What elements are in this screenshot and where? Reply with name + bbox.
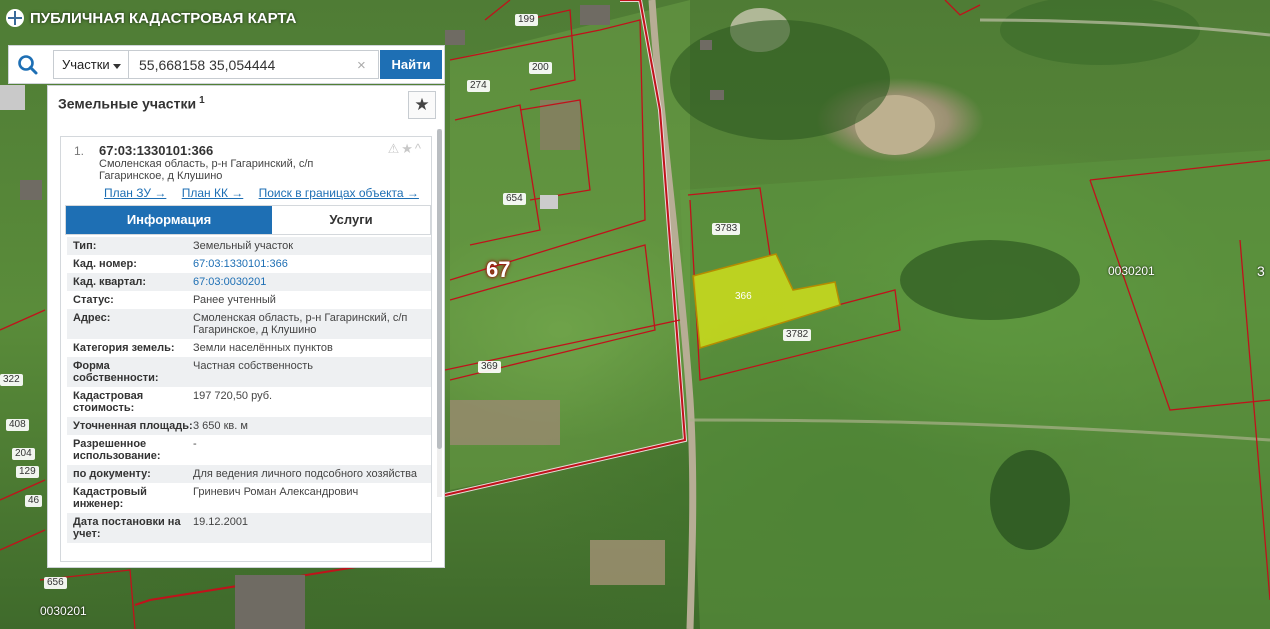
info-key: Уточненная площадь:	[73, 420, 193, 432]
parcel-label: 322	[0, 374, 23, 386]
tab-information[interactable]: Информация	[66, 206, 272, 234]
parcel-label: 408	[6, 419, 29, 431]
favorite-button[interactable]: ★	[408, 91, 436, 119]
info-value: Гриневич Роман Александрович	[193, 486, 359, 498]
parcel-label: 200	[529, 62, 552, 74]
search-icon[interactable]	[17, 54, 39, 76]
info-value: Частная собственность	[193, 360, 314, 372]
logo-icon	[6, 9, 24, 27]
info-key: Адрес:	[73, 312, 111, 324]
parcel-label: 274	[467, 80, 490, 92]
quarter-label: 0030201	[1108, 264, 1155, 278]
parcel-label: 654	[503, 193, 526, 205]
clear-icon[interactable]: ×	[357, 57, 366, 74]
result-tabs: Информация Услуги	[65, 205, 431, 235]
panel-title: Земельные участки 1	[58, 95, 205, 112]
info-value: 19.12.2001	[193, 516, 249, 528]
info-key: Кад. номер:	[73, 258, 137, 270]
quarter-label: 3	[1257, 263, 1265, 279]
panel-title-text: Земельные участки	[58, 95, 197, 112]
bare-field-2	[590, 540, 665, 585]
info-value[interactable]: 67:03:1330101:366	[193, 258, 425, 270]
parcel-label: 129	[16, 466, 39, 478]
parcel-label: 46	[25, 495, 43, 507]
info-value: Смоленская область, р-н Гагаринский, с/п…	[193, 312, 408, 336]
info-key: Кадастровая стоимость:	[73, 390, 144, 414]
result-address-line: Гагаринское, д Клушино	[99, 170, 223, 182]
info-value: Земельный участок	[193, 240, 294, 252]
info-key: Дата постановки на учет:	[73, 516, 181, 540]
info-row: по документу: Для ведения личного подсобн…	[67, 465, 431, 483]
info-key: по документу:	[73, 468, 151, 480]
result-cadastral-number[interactable]: 67:03:1330101:366	[99, 143, 213, 158]
info-row: Кадастровая стоимость: 197 720,50 руб.	[67, 387, 431, 417]
plan-kk-link[interactable]: План КК →	[182, 186, 244, 200]
info-row: Категория земель: Земли населённых пункто…	[67, 339, 431, 357]
search-bar: Участки 55,668158 35,054444 × Найти	[8, 45, 445, 84]
info-key: Разрешенное использование:	[73, 438, 161, 462]
info-key: Статус:	[73, 294, 114, 306]
result-card: 1. 67:03:1330101:366 ⚠★^ Смоленская обла…	[60, 136, 432, 562]
parcel-label: 3782	[783, 329, 812, 341]
scroll-thumb[interactable]	[437, 129, 442, 449]
info-key: Кад. квартал:	[73, 276, 147, 288]
info-row: Дата постановки на учет: 19.12.2001	[67, 513, 431, 543]
info-row: Разрешенное использование: -	[67, 435, 431, 465]
selected-parcel-label: 366	[735, 291, 752, 302]
info-row: Адрес: Смоленская область, р-н Гагарински…	[67, 309, 431, 339]
bare-field	[450, 400, 560, 445]
result-tool-icons[interactable]: ⚠★^	[388, 141, 423, 157]
chevron-down-icon	[113, 64, 121, 69]
plot-soil	[540, 100, 580, 150]
search-type-select[interactable]: Участки	[53, 50, 129, 79]
info-row: Кадастровый инженер: Гриневич Роман Алекс…	[67, 483, 431, 513]
info-value: -	[193, 438, 197, 450]
info-value[interactable]: 67:03:0030201	[193, 276, 425, 288]
info-value: Ранее учтенный	[193, 294, 276, 306]
info-value: Для ведения личного подсобного хозяйства	[193, 468, 417, 480]
forest-patch	[900, 240, 1080, 320]
results-count: 1	[199, 95, 205, 106]
info-value: Земли населённых пунктов	[193, 342, 333, 354]
info-row: Кад. квартал: 67:03:0030201	[67, 273, 431, 291]
region-label: 67	[486, 257, 511, 282]
info-row: Статус: Ранее учтенный	[67, 291, 431, 309]
quarter-label: 0030201	[40, 604, 87, 618]
info-row: Тип: Земельный участок	[67, 237, 431, 255]
info-row: Уточненная площадь: 3 650 кв. м	[67, 417, 431, 435]
parcel-label: 3783	[712, 223, 741, 235]
info-key: Форма собственности:	[73, 360, 159, 384]
info-row: Форма собственности: Частная собственност…	[67, 357, 431, 387]
parcel-label: 199	[515, 14, 538, 26]
parcel-label: 204	[12, 448, 35, 460]
info-key: Кадастровый инженер:	[73, 486, 147, 510]
plan-zu-link[interactable]: План ЗУ →	[104, 186, 166, 200]
forest-patch-3	[670, 20, 890, 140]
results-panel: Земельные участки 1 ★ 1. 67:03:1330101:36…	[47, 85, 445, 568]
forest-patch-2	[990, 450, 1070, 550]
info-key: Тип:	[73, 240, 97, 252]
result-links: План ЗУ → План КК → Поиск в границах объ…	[104, 186, 431, 200]
info-table: Тип: Земельный участок Кад. номер: 67:03:1…	[67, 237, 431, 543]
result-number: 1.	[74, 144, 85, 158]
parcel-label: 656	[44, 577, 67, 589]
result-address-line: Смоленская область, р-н Гагаринский, с/п	[99, 158, 314, 170]
tab-services[interactable]: Услуги	[272, 206, 430, 234]
info-value: 3 650 кв. м	[193, 420, 248, 432]
forest-patch-4	[1000, 0, 1200, 65]
parcel-label: 369	[478, 361, 501, 373]
search-in-bounds-link[interactable]: Поиск в границах объекта →	[259, 186, 419, 200]
search-type-label: Участки	[62, 57, 110, 72]
field-east	[680, 150, 1270, 629]
result-address: Смоленская область, р-н Гагаринский, с/п…	[99, 158, 329, 182]
search-input[interactable]: 55,668158 35,054444	[129, 50, 379, 79]
app-title: ПУБЛИЧНАЯ КАДАСТРОВАЯ КАРТА	[30, 9, 297, 27]
panel-scrollbar[interactable]	[437, 129, 442, 497]
find-button[interactable]: Найти	[380, 50, 442, 79]
info-key: Категория земель:	[73, 342, 175, 354]
info-value: 197 720,50 руб.	[193, 390, 273, 402]
info-row: Кад. номер: 67:03:1330101:366	[67, 255, 431, 273]
top-bar: ПУБЛИЧНАЯ КАДАСТРОВАЯ КАРТА	[0, 0, 296, 36]
